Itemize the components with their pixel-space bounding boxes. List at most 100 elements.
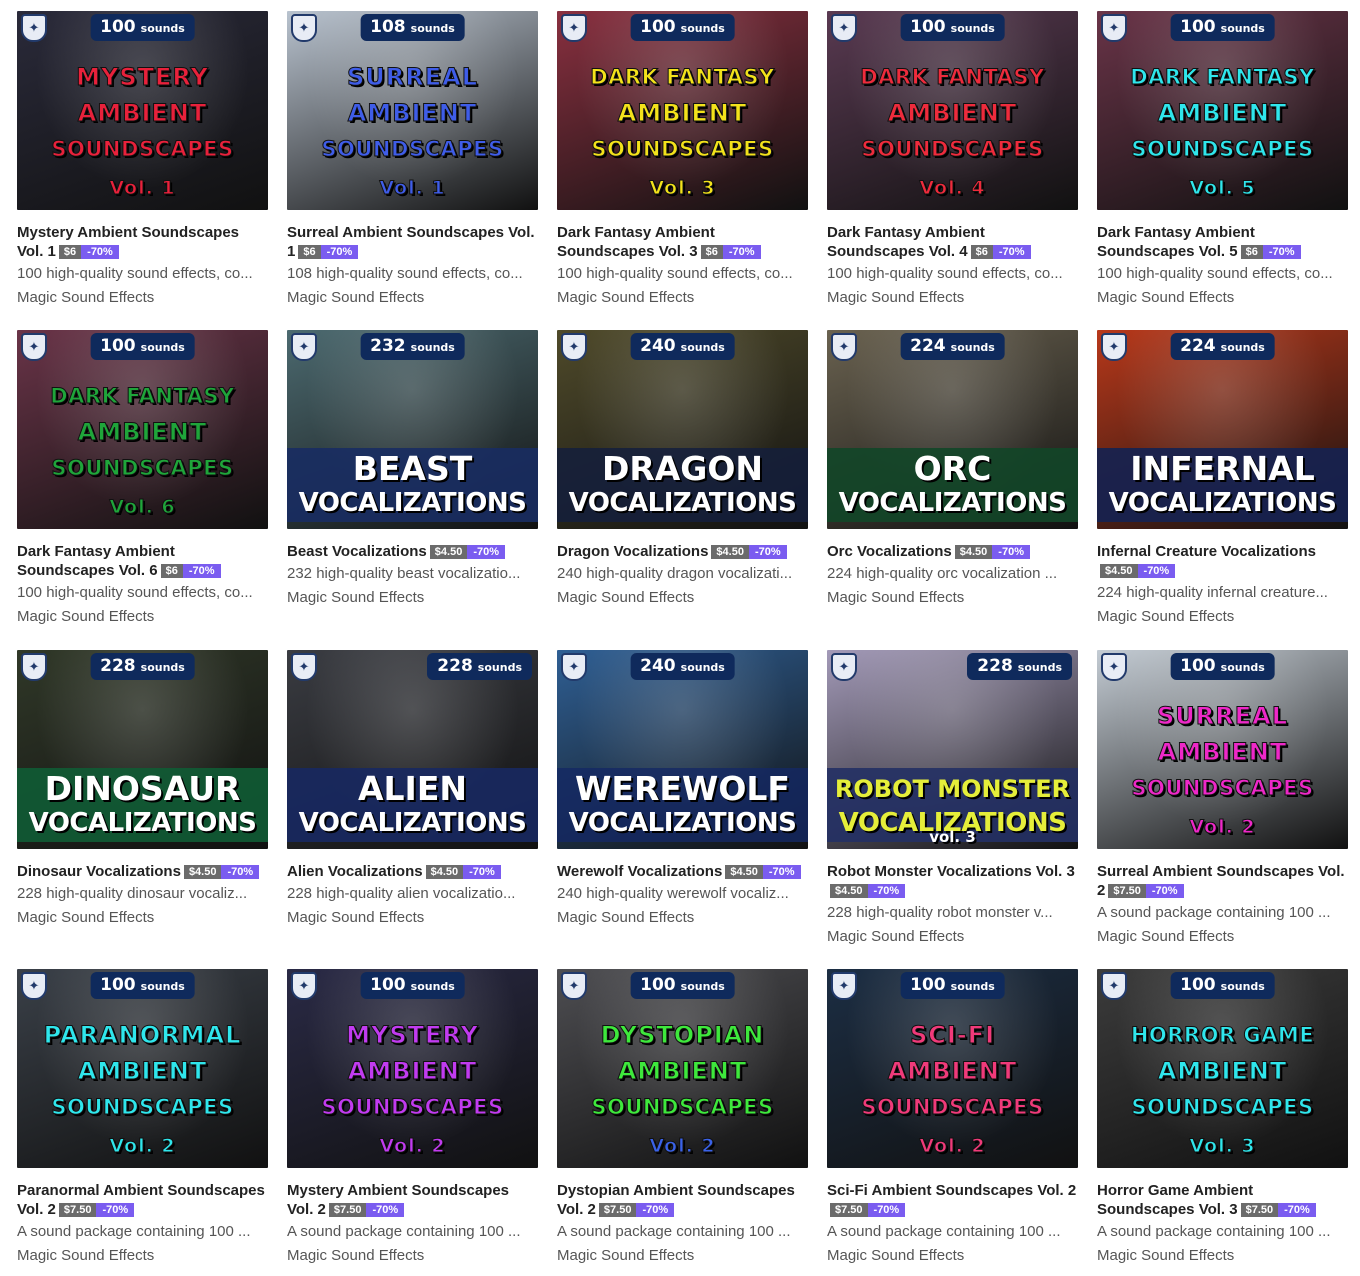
product-title-text[interactable]: Horror Game Ambient Soundscapes Vol. 3 [1097,1182,1253,1218]
product-title[interactable]: Sci-Fi Ambient Soundscapes Vol. 2 $7.50 -7… [827,1181,1078,1219]
product-author[interactable]: Magic Sound Effects [827,927,1078,947]
product-title[interactable]: Dark Fantasy Ambient Soundscapes Vol. 5 $… [1097,223,1348,261]
product-thumbnail[interactable]: ✦ 100 sounds PARANORMAL AMBIENT SOUNDSCAPES Vo… [17,969,268,1168]
product-title[interactable]: Paranormal Ambient Soundscapes Vol. 2 $7.… [17,1181,268,1219]
product-author[interactable]: Magic Sound Effects [557,288,808,308]
product-card[interactable]: ✦ 100 sounds DARK FANTASY AMBIENT SOUNDSCAPES… [17,330,268,627]
product-author[interactable]: Magic Sound Effects [1097,607,1348,627]
product-title[interactable]: Surreal Ambient Soundscapes Vol. 2 $7.50-… [1097,862,1348,900]
product-card[interactable]: ✦ 100 sounds HORROR GAME AMBIENT SOUNDSCAPES V… [1097,969,1348,1266]
product-card[interactable]: ✦ 232 sounds BEAST VOCALIZATIONS Beast Vocali… [287,330,538,608]
product-card[interactable]: ✦ 224 sounds ORC VOCALIZATIONS Orc Vocalizati… [827,330,1078,608]
product-title-text[interactable]: Sci-Fi Ambient Soundscapes Vol. 2 [827,1182,1076,1199]
cover-title-line: AMBIENT [1157,738,1288,767]
product-title[interactable]: Werewolf Vocalizations $4.50 -70% [557,862,808,881]
product-title-text[interactable]: Dragon Vocalizations [557,543,708,560]
product-title-text[interactable]: Dystopian Ambient Soundscapes Vol. 2 [557,1182,795,1218]
product-thumbnail[interactable]: ✦ 108 sounds SURREAL AMBIENT SOUNDSCAPES Vol. … [287,11,538,210]
product-card[interactable]: ✦ 228 sounds ALIEN VOCALIZATIONS Alien Vocali… [287,650,538,928]
product-title[interactable]: Horror Game Ambient Soundscapes Vol. 3 $7… [1097,1181,1348,1219]
product-title[interactable]: Orc Vocalizations $4.50 -70% [827,542,1078,561]
product-title[interactable]: Beast Vocalizations $4.50 -70% [287,542,538,561]
product-author[interactable]: Magic Sound Effects [287,1246,538,1266]
product-card[interactable]: ✦ 228 sounds DINOSAUR VOCALIZATIONS Dinosaur … [17,650,268,928]
product-thumbnail[interactable]: ✦ 100 sounds MYSTERY AMBIENT SOUNDSCAPES Vol. … [17,11,268,210]
product-card[interactable]: ✦ 100 sounds DYSTOPIAN AMBIENT SOUNDSCAPES Vol… [557,969,808,1266]
product-title-text[interactable]: Werewolf Vocalizations [557,863,722,880]
product-author[interactable]: Magic Sound Effects [287,588,538,608]
product-author[interactable]: Magic Sound Effects [1097,1246,1348,1266]
product-title[interactable]: Surreal Ambient Soundscapes Vol. 1 $6 -70% [287,223,538,261]
product-thumbnail[interactable]: ✦ 228 sounds ALIEN VOCALIZATIONS [287,650,538,849]
product-card[interactable]: ✦ 108 sounds SURREAL AMBIENT SOUNDSCAPES Vol. … [287,11,538,308]
product-title[interactable]: Dragon Vocalizations $4.50 -70% [557,542,808,561]
product-title-text[interactable]: Dark Fantasy Ambient Soundscapes Vol. 6 [17,543,175,579]
product-thumbnail[interactable]: ✦ 100 sounds SURREAL AMBIENT SOUNDSCAPES Vol. … [1097,650,1348,849]
product-author[interactable]: Magic Sound Effects [827,1246,1078,1266]
product-title[interactable]: Infernal Creature Vocalizations $4.50 -70% [1097,542,1348,580]
product-card[interactable]: ✦ 240 sounds WEREWOLF VOCALIZATIONS Werewolf … [557,650,808,928]
product-author[interactable]: Magic Sound Effects [287,288,538,308]
product-card[interactable]: ✦ 100 sounds DARK FANTASY AMBIENT SOUNDSCAPES… [557,11,808,308]
product-title-text[interactable]: Infernal Creature Vocalizations [1097,543,1316,560]
product-author[interactable]: Magic Sound Effects [557,908,808,928]
product-author[interactable]: Magic Sound Effects [557,588,808,608]
product-author[interactable]: Magic Sound Effects [17,1246,268,1266]
product-title-text[interactable]: Dark Fantasy Ambient Soundscapes Vol. 4 [827,224,985,260]
product-thumbnail[interactable]: ✦ 100 sounds SCI-FI AMBIENT SOUNDSCAPES Vol. 2 [827,969,1078,1168]
product-thumbnail[interactable]: ✦ 100 sounds DARK FANTASY AMBIENT SOUNDSCAPES… [827,11,1078,210]
product-thumbnail[interactable]: ✦ 100 sounds DARK FANTASY AMBIENT SOUNDSCAPES… [17,330,268,529]
product-thumbnail[interactable]: ✦ 228 sounds DINOSAUR VOCALIZATIONS [17,650,268,849]
product-author[interactable]: Magic Sound Effects [1097,927,1348,947]
product-title[interactable]: Alien Vocalizations $4.50 -70% [287,862,538,881]
product-title-text[interactable]: Orc Vocalizations [827,543,952,560]
product-title-text[interactable]: Mystery Ambient Soundscapes Vol. 1 [17,224,239,260]
product-title-text[interactable]: Dinosaur Vocalizations [17,863,181,880]
product-card[interactable]: ✦ 100 sounds DARK FANTASY AMBIENT SOUNDSCAPES… [1097,11,1348,308]
product-card[interactable]: ✦ 100 sounds MYSTERY AMBIENT SOUNDSCAPES Vol. … [17,11,268,308]
product-title[interactable]: Dystopian Ambient Soundscapes Vol. 2 $7.5… [557,1181,808,1219]
product-thumbnail[interactable]: ✦ 100 sounds DARK FANTASY AMBIENT SOUNDSCAPES… [1097,11,1348,210]
product-author[interactable]: Magic Sound Effects [287,908,538,928]
product-title-text[interactable]: Alien Vocalizations [287,863,423,880]
price-tag: $6 -70% [970,245,1031,259]
product-thumbnail[interactable]: ✦ 228 sounds ROBOT MONSTER VOCALIZATIONS vol.… [827,650,1078,849]
product-title[interactable]: Mystery Ambient Soundscapes Vol. 1 $6 -70% [17,223,268,261]
product-author[interactable]: Magic Sound Effects [827,588,1078,608]
product-title-text[interactable]: Beast Vocalizations [287,543,427,560]
product-author[interactable]: Magic Sound Effects [557,1246,808,1266]
product-title[interactable]: Dinosaur Vocalizations $4.50 -70% [17,862,268,881]
product-card[interactable]: ✦ 224 sounds INFERNAL VOCALIZATIONS Infernal … [1097,330,1348,627]
product-thumbnail[interactable]: ✦ 100 sounds MYSTERY AMBIENT SOUNDSCAPES Vol. … [287,969,538,1168]
product-card[interactable]: ✦ 100 sounds MYSTERY AMBIENT SOUNDSCAPES Vol. … [287,969,538,1266]
product-title[interactable]: Dark Fantasy Ambient Soundscapes Vol. 3 $… [557,223,808,261]
product-title[interactable]: Robot Monster Vocalizations Vol. 3 $4.50-… [827,862,1078,900]
product-author[interactable]: Magic Sound Effects [827,288,1078,308]
product-title[interactable]: Mystery Ambient Soundscapes Vol. 2 $7.50-… [287,1181,538,1219]
product-thumbnail[interactable]: ✦ 224 sounds ORC VOCALIZATIONS [827,330,1078,529]
product-author[interactable]: Magic Sound Effects [17,908,268,928]
product-author[interactable]: Magic Sound Effects [17,288,268,308]
product-card[interactable]: ✦ 100 sounds SURREAL AMBIENT SOUNDSCAPES Vol. … [1097,650,1348,947]
product-thumbnail[interactable]: ✦ 232 sounds BEAST VOCALIZATIONS [287,330,538,529]
product-card[interactable]: ✦ 100 sounds PARANORMAL AMBIENT SOUNDSCAPES Vo… [17,969,268,1266]
product-title-text[interactable]: Paranormal Ambient Soundscapes Vol. 2 [17,1182,265,1218]
product-thumbnail[interactable]: ✦ 224 sounds INFERNAL VOCALIZATIONS [1097,330,1348,529]
product-card[interactable]: ✦ 100 sounds SCI-FI AMBIENT SOUNDSCAPES Vol. 2… [827,969,1078,1266]
product-thumbnail[interactable]: ✦ 100 sounds DYSTOPIAN AMBIENT SOUNDSCAPES Vol… [557,969,808,1168]
product-thumbnail[interactable]: ✦ 240 sounds DRAGON VOCALIZATIONS [557,330,808,529]
product-author[interactable]: Magic Sound Effects [17,607,268,627]
product-card[interactable]: ✦ 100 sounds DARK FANTASY AMBIENT SOUNDSCAPES… [827,11,1078,308]
product-author[interactable]: Magic Sound Effects [1097,288,1348,308]
product-thumbnail[interactable]: ✦ 240 sounds WEREWOLF VOCALIZATIONS [557,650,808,849]
product-thumbnail[interactable]: ✦ 100 sounds HORROR GAME AMBIENT SOUNDSCAPES V… [1097,969,1348,1168]
product-title-text[interactable]: Dark Fantasy Ambient Soundscapes Vol. 5 [1097,224,1255,260]
product-title[interactable]: Dark Fantasy Ambient Soundscapes Vol. 4 $… [827,223,1078,261]
product-title-text[interactable]: Robot Monster Vocalizations Vol. 3 [827,863,1075,880]
product-thumbnail[interactable]: ✦ 100 sounds DARK FANTASY AMBIENT SOUNDSCAPES… [557,11,808,210]
product-card[interactable]: ✦ 240 sounds DRAGON VOCALIZATIONS Dragon Voca… [557,330,808,608]
product-title-text[interactable]: Dark Fantasy Ambient Soundscapes Vol. 3 [557,224,715,260]
product-title[interactable]: Dark Fantasy Ambient Soundscapes Vol. 6 $… [17,542,268,580]
product-card[interactable]: ✦ 228 sounds ROBOT MONSTER VOCALIZATIONS vol.… [827,650,1078,947]
price-tag: $6 -70% [58,245,119,259]
